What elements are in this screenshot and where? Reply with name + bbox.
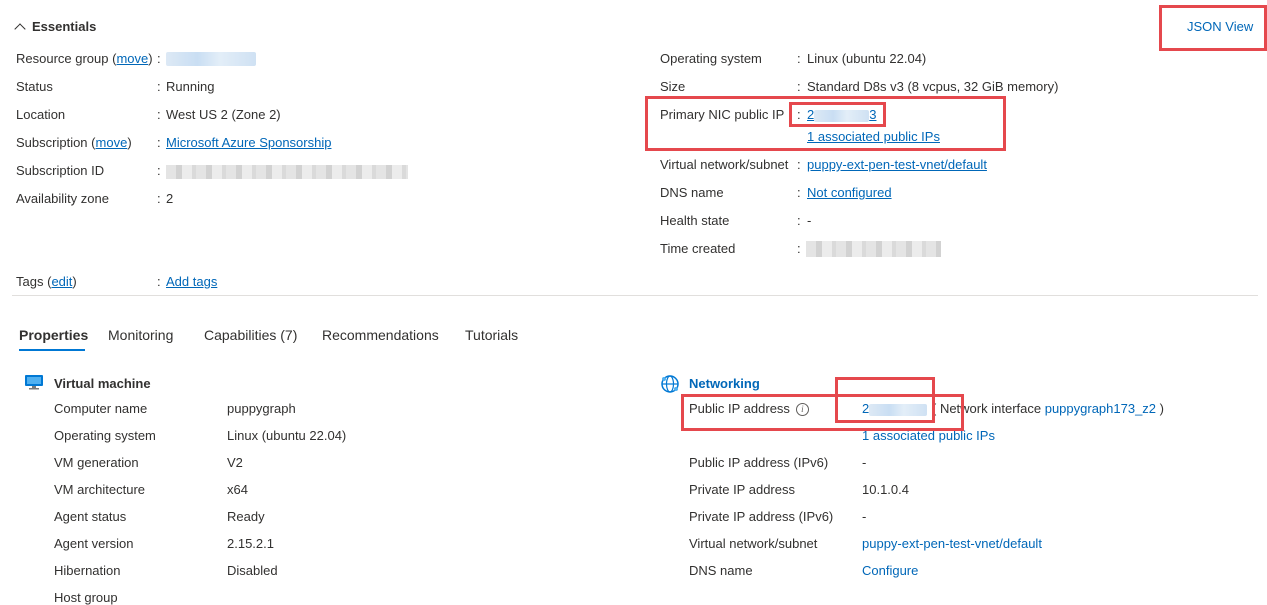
networking-property-value: - xyxy=(862,509,867,524)
tags-edit-link[interactable]: edit xyxy=(51,274,72,289)
subscription-row: Subscription (move) xyxy=(16,135,132,150)
highlight-box xyxy=(789,102,886,127)
os-value: Linux (ubuntu 22.04) xyxy=(807,51,927,66)
tags-row: Tags (edit) xyxy=(16,274,77,289)
tab-monitoring[interactable]: Monitoring xyxy=(108,327,173,343)
subscription-id-value xyxy=(166,163,408,179)
colon: : xyxy=(157,274,161,289)
colon: : xyxy=(157,191,161,206)
network-interface-row: ( Network interface puppygraph173_z2 ) xyxy=(932,401,1164,416)
vm-property-value: Linux (ubuntu 22.04) xyxy=(227,428,347,443)
colon: : xyxy=(797,213,801,228)
networking-icon xyxy=(661,375,679,393)
location-value: West US 2 (Zone 2) xyxy=(166,107,281,122)
time-created-label: Time created xyxy=(660,241,736,256)
paren-close: ) xyxy=(148,51,153,66)
resource-group-label: Resource group xyxy=(16,51,109,66)
location-label: Location xyxy=(16,107,66,122)
vm-property-value: V2 xyxy=(227,455,243,470)
health-label: Health state xyxy=(660,213,730,228)
networking-property-link[interactable]: puppy-ext-pen-test-vnet/default xyxy=(862,536,1042,551)
paren-close: ) xyxy=(127,135,132,150)
colon: : xyxy=(797,241,801,256)
tab-recommendations[interactable]: Recommendations xyxy=(322,327,439,343)
dns-link[interactable]: Not configured xyxy=(807,185,892,200)
tags-label: Tags xyxy=(16,274,44,289)
os-label: Operating system xyxy=(660,51,762,66)
colon: : xyxy=(797,51,801,66)
vm-property-value: 2.15.2.1 xyxy=(227,536,274,551)
status-value: Running xyxy=(166,79,215,94)
resource-group-value[interactable] xyxy=(166,50,256,66)
tab-properties[interactable]: Properties xyxy=(19,327,88,343)
dns-label: DNS name xyxy=(660,185,724,200)
vm-property-label: Computer name xyxy=(54,401,148,416)
vm-property-label: VM generation xyxy=(54,455,139,470)
resource-group-move-link[interactable]: move xyxy=(116,51,148,66)
size-value: Standard D8s v3 (8 vcpus, 32 GiB memory) xyxy=(807,79,1059,94)
networking-property-value: - xyxy=(862,455,867,470)
essentials-title: Essentials xyxy=(32,19,97,34)
subscription-label: Subscription xyxy=(16,135,88,150)
chevron-up-icon xyxy=(14,23,26,35)
divider xyxy=(12,295,1258,296)
colon: : xyxy=(157,79,161,94)
networking-property-label: Public IP address (IPv6) xyxy=(689,455,829,470)
vnet-label: Virtual network/subnet xyxy=(660,157,789,172)
health-value: - xyxy=(807,213,812,228)
add-tags-link[interactable]: Add tags xyxy=(166,274,217,289)
colon: : xyxy=(797,79,801,94)
vm-property-label: Host group xyxy=(54,590,118,605)
vm-property-value: puppygraph xyxy=(227,401,296,416)
paren-close: ) xyxy=(72,274,77,289)
vm-property-value: Disabled xyxy=(227,563,278,578)
networking-property-label: DNS name xyxy=(689,563,753,578)
colon: : xyxy=(157,135,161,150)
network-interface-link[interactable]: puppygraph173_z2 xyxy=(1045,401,1156,416)
active-tab-indicator xyxy=(19,349,85,351)
vm-section-title: Virtual machine xyxy=(54,376,151,391)
networking-property-label: Private IP address (IPv6) xyxy=(689,509,834,524)
subscription-link[interactable]: Microsoft Azure Sponsorship xyxy=(166,135,331,150)
availability-zone-value: 2 xyxy=(166,191,174,206)
vm-property-label: Hibernation xyxy=(54,563,121,578)
colon: : xyxy=(157,51,161,66)
vm-property-label: Operating system xyxy=(54,428,156,443)
tab-capabilities[interactable]: Capabilities (7) xyxy=(204,327,297,343)
resource-group-row: Resource group (move) xyxy=(16,51,153,66)
vm-property-label: Agent status xyxy=(54,509,127,524)
essentials-toggle[interactable]: Essentials xyxy=(14,19,97,35)
colon: : xyxy=(157,107,161,122)
vnet-link[interactable]: puppy-ext-pen-test-vnet/default xyxy=(807,157,987,172)
subscription-move-link[interactable]: move xyxy=(96,135,128,150)
networking-property-label: Private IP address xyxy=(689,482,795,497)
virtual-machine-icon xyxy=(25,375,43,390)
networking-property-label: Virtual network/subnet xyxy=(689,536,818,551)
networking-section-title[interactable]: Networking xyxy=(689,376,760,391)
colon: : xyxy=(157,163,161,178)
vm-property-value: x64 xyxy=(227,482,248,497)
time-created-value xyxy=(806,240,941,257)
colon: : xyxy=(797,157,801,172)
networking-property-link[interactable]: Configure xyxy=(862,563,918,578)
status-label: Status xyxy=(16,79,53,94)
paren-close: ) xyxy=(1159,401,1165,416)
colon: : xyxy=(797,185,801,200)
size-label: Size xyxy=(660,79,686,94)
subscription-id-label: Subscription ID xyxy=(16,163,105,178)
highlight-box xyxy=(681,394,964,431)
networking-property-value: 10.1.0.4 xyxy=(862,482,909,497)
vm-property-label: Agent version xyxy=(54,536,134,551)
highlight-box xyxy=(1159,5,1267,51)
tab-tutorials[interactable]: Tutorials xyxy=(465,327,518,343)
availability-zone-label: Availability zone xyxy=(16,191,109,206)
vm-property-label: VM architecture xyxy=(54,482,146,497)
vm-property-value: Ready xyxy=(227,509,265,524)
